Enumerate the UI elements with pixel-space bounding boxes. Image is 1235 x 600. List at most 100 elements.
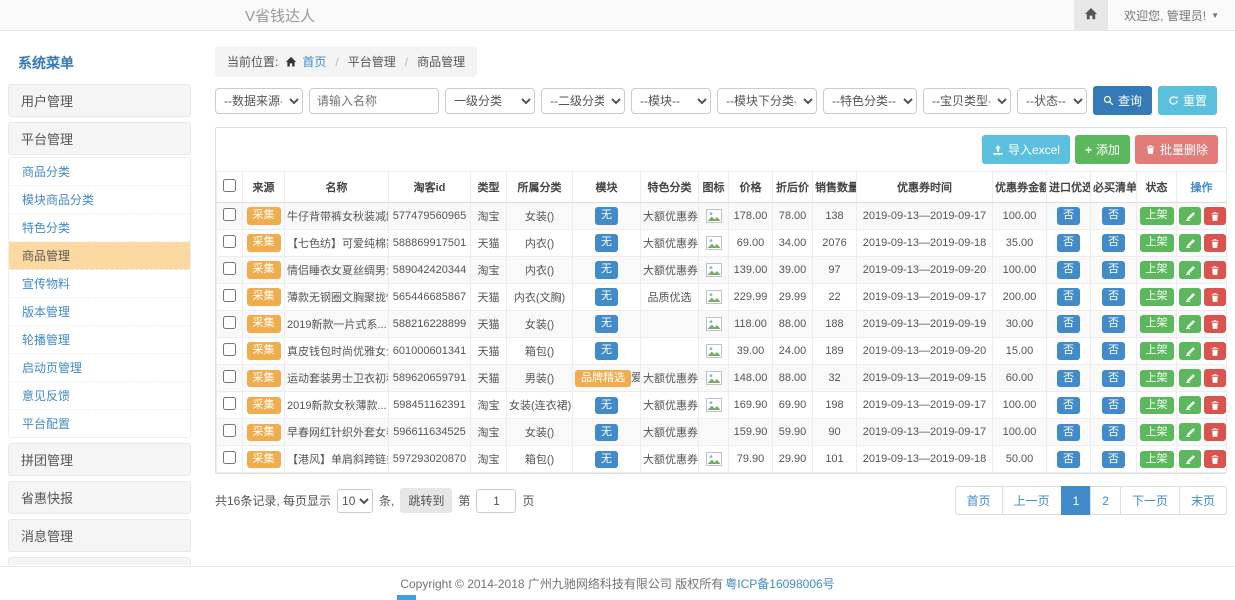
- edit-button[interactable]: [1179, 423, 1201, 441]
- feature-category: 大额优惠券: [641, 419, 699, 446]
- per-page-select[interactable]: 10: [337, 489, 373, 513]
- module-cell: 无: [573, 230, 641, 257]
- icon-cell: [699, 203, 729, 230]
- sidebar-group[interactable]: 消息管理: [8, 519, 191, 552]
- row-checkbox[interactable]: [223, 343, 236, 356]
- sidebar-item[interactable]: 意见反馈: [9, 382, 190, 410]
- import-select-badge: 否: [1057, 451, 1080, 468]
- row-checkbox[interactable]: [223, 424, 236, 437]
- sidebar-group[interactable]: 平台管理: [8, 122, 191, 155]
- must-buy-badge: 否: [1102, 288, 1125, 305]
- discount-price: 39.00: [773, 257, 813, 284]
- edit-button[interactable]: [1179, 261, 1201, 279]
- delete-button[interactable]: [1204, 261, 1226, 279]
- source-badge: 采集: [247, 451, 281, 468]
- sidebar-group[interactable]: 省惠快报: [8, 481, 191, 514]
- search-button[interactable]: 查询: [1093, 86, 1152, 115]
- sidebar-item[interactable]: 商品管理: [9, 242, 190, 270]
- row-checkbox[interactable]: [223, 316, 236, 329]
- source-badge: 采集: [247, 424, 281, 441]
- edit-button[interactable]: [1179, 234, 1201, 252]
- row-checkbox[interactable]: [223, 451, 236, 464]
- row-checkbox[interactable]: [223, 289, 236, 302]
- module-sub-category-select[interactable]: --模块下分类--: [717, 88, 817, 114]
- pager-button[interactable]: 2: [1090, 486, 1121, 515]
- name-search-input[interactable]: [309, 88, 439, 114]
- breadcrumb-separator: /: [405, 55, 408, 69]
- footer: Copyright © 2014-2018 广州九驰网络科技有限公司 版权所有 …: [0, 566, 1235, 600]
- product-type: 淘宝: [471, 446, 507, 473]
- delete-button[interactable]: [1204, 288, 1226, 306]
- edit-button[interactable]: [1179, 369, 1201, 387]
- product-category: 箱包(): [507, 446, 573, 473]
- level2-category-select[interactable]: --二级分类--: [541, 88, 625, 114]
- chevron-down-icon: ▼: [1211, 11, 1219, 20]
- icp-link[interactable]: 粤ICP备16098006号: [725, 575, 834, 592]
- delete-button[interactable]: [1204, 342, 1226, 360]
- data-source-select[interactable]: --数据来源--: [215, 88, 303, 114]
- delete-button[interactable]: [1204, 423, 1226, 441]
- sidebar-item[interactable]: 宣传物料: [9, 270, 190, 298]
- add-button[interactable]: + 添加: [1075, 135, 1130, 164]
- row-checkbox[interactable]: [223, 370, 236, 383]
- sidebar-item[interactable]: 平台配置: [9, 410, 190, 437]
- sidebar-group[interactable]: 拼团管理: [8, 443, 191, 476]
- item-type-select[interactable]: --宝贝类型--: [923, 88, 1011, 114]
- level1-category-select[interactable]: 一级分类: [445, 88, 535, 114]
- breadcrumb-platform: 平台管理: [348, 53, 396, 70]
- row-checkbox[interactable]: [223, 262, 236, 275]
- row-checkbox[interactable]: [223, 235, 236, 248]
- status-select[interactable]: --状态--: [1017, 88, 1087, 114]
- module-select[interactable]: --模块--: [631, 88, 711, 114]
- pager-button[interactable]: 上一页: [1002, 486, 1062, 515]
- discount-price: 34.00: [773, 230, 813, 257]
- pager-button[interactable]: 下一页: [1120, 486, 1180, 515]
- delete-button[interactable]: [1204, 369, 1226, 387]
- batch-delete-label: 批量删除: [1160, 141, 1208, 158]
- module-cell: 无: [573, 257, 641, 284]
- reset-button[interactable]: 重置: [1158, 86, 1217, 115]
- row-checkbox[interactable]: [223, 208, 236, 221]
- edit-button[interactable]: [1179, 396, 1201, 414]
- delete-button[interactable]: [1204, 315, 1226, 333]
- delete-button[interactable]: [1204, 450, 1226, 468]
- edit-button[interactable]: [1179, 288, 1201, 306]
- copyright-text: Copyright © 2014-2018 广州九驰网络科技有限公司 版权所有: [400, 575, 723, 592]
- table-row: 采集【七色纺】可爱纯棉家...588869917501天猫内衣()无大额优惠券6…: [217, 230, 1227, 257]
- sidebar-group[interactable]: 用户管理: [8, 84, 191, 117]
- home-button[interactable]: [1074, 0, 1108, 30]
- batch-delete-button[interactable]: 批量删除: [1135, 135, 1218, 164]
- coupon-amount: 100.00: [993, 257, 1047, 284]
- feature-category-select[interactable]: --特色分类--: [823, 88, 917, 114]
- price: 169.90: [729, 392, 773, 419]
- sidebar-group[interactable]: 订单管理: [8, 557, 191, 565]
- pager-button[interactable]: 末页: [1179, 486, 1227, 515]
- coupon-time: 2019-09-13—2019-09-17: [857, 392, 993, 419]
- sidebar-item[interactable]: 启动页管理: [9, 354, 190, 382]
- select-all-checkbox[interactable]: [223, 179, 236, 192]
- sidebar-item[interactable]: 版本管理: [9, 298, 190, 326]
- import-excel-button[interactable]: 导入excel: [982, 135, 1070, 164]
- delete-button[interactable]: [1204, 234, 1226, 252]
- breadcrumb-home-link[interactable]: 首页: [302, 53, 326, 70]
- sidebar-item[interactable]: 模块商品分类: [9, 186, 190, 214]
- page-number-input[interactable]: [476, 489, 516, 513]
- edit-button[interactable]: [1179, 315, 1201, 333]
- edit-button[interactable]: [1179, 342, 1201, 360]
- column-header: 进口优选: [1047, 172, 1091, 203]
- delete-button[interactable]: [1204, 396, 1226, 414]
- delete-button[interactable]: [1204, 207, 1226, 225]
- edit-button[interactable]: [1179, 207, 1201, 225]
- module-badge: 无: [595, 315, 618, 332]
- sidebar-item[interactable]: 轮播管理: [9, 326, 190, 354]
- user-menu[interactable]: 欢迎您, 管理员! ▼: [1108, 7, 1235, 24]
- pager-button[interactable]: 1: [1061, 486, 1092, 515]
- product-category: 男装(): [507, 365, 573, 392]
- sidebar-item[interactable]: 特色分类: [9, 214, 190, 242]
- sidebar-item[interactable]: 商品分类: [9, 158, 190, 186]
- pager-button[interactable]: 首页: [955, 486, 1003, 515]
- source-badge: 采集: [247, 370, 281, 387]
- jump-button[interactable]: 跳转到: [400, 488, 452, 513]
- row-checkbox[interactable]: [223, 397, 236, 410]
- edit-button[interactable]: [1179, 450, 1201, 468]
